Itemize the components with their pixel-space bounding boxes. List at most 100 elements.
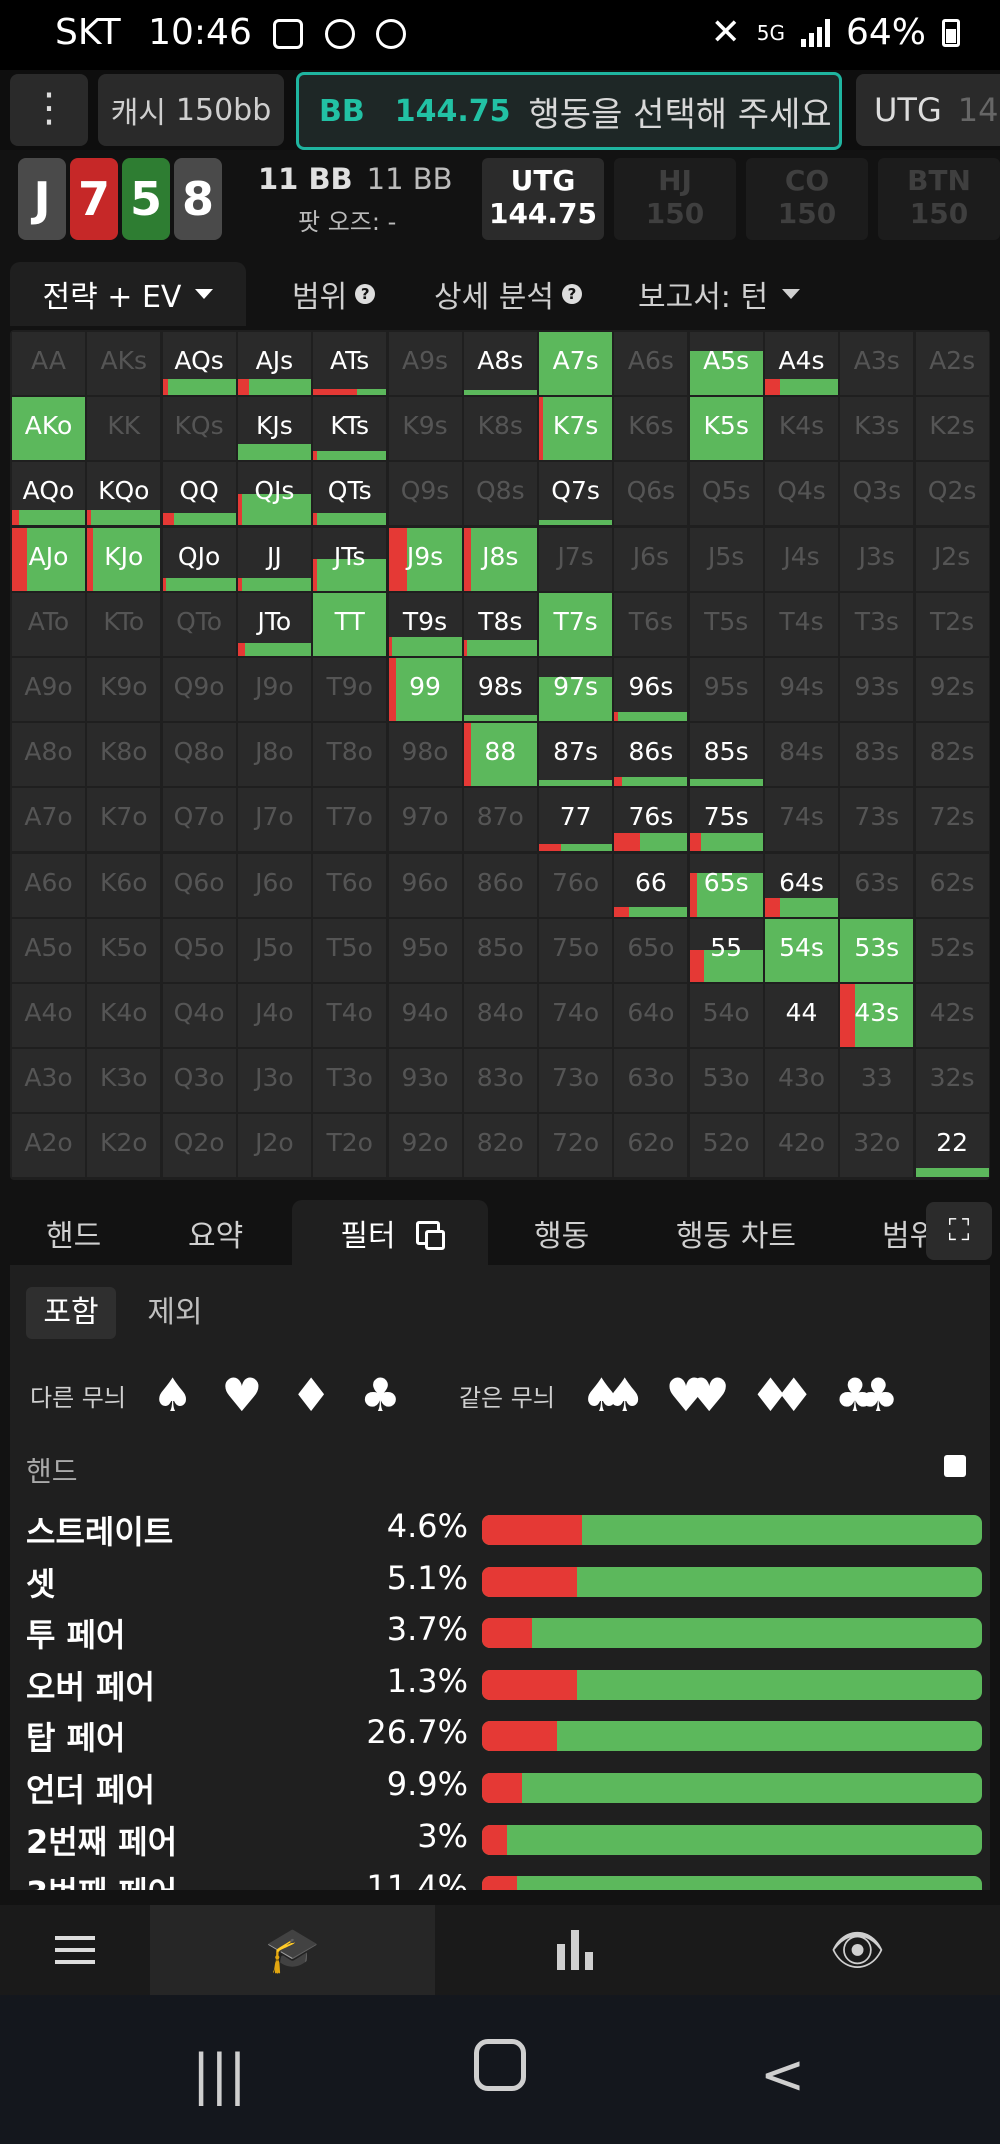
stats-button[interactable] bbox=[435, 1905, 715, 1995]
hand-cell[interactable]: J8o bbox=[237, 723, 311, 787]
study-button[interactable]: 🎓 bbox=[150, 1905, 435, 1995]
hand-cell[interactable]: 76o bbox=[539, 853, 613, 917]
hand-cell[interactable]: 82o bbox=[463, 1114, 537, 1178]
tab-strategy-ev[interactable]: 전략 + EV bbox=[10, 262, 246, 326]
hand-cell[interactable]: A3o bbox=[12, 1049, 85, 1113]
hand-cell[interactable]: AQo bbox=[12, 462, 85, 526]
hand-cell[interactable]: A7o bbox=[12, 788, 85, 852]
hand-cell[interactable]: AJs bbox=[237, 332, 311, 395]
hand-cell[interactable]: 73s bbox=[840, 788, 914, 852]
hand-cell[interactable]: 96s bbox=[614, 658, 688, 721]
hand-cell[interactable]: 55 bbox=[689, 918, 763, 982]
position-utg[interactable]: UTG 144.75 bbox=[482, 158, 604, 240]
hand-cell[interactable]: 66 bbox=[614, 853, 688, 917]
hand-cell[interactable]: Q9o bbox=[162, 658, 236, 721]
hand-cell[interactable]: QJo bbox=[162, 527, 236, 591]
hand-cell[interactable]: T7o bbox=[313, 788, 387, 852]
hand-cell[interactable]: JJ bbox=[237, 527, 311, 591]
more-menu-button[interactable]: ⋮ bbox=[10, 74, 88, 146]
hand-cell[interactable]: 64s bbox=[765, 853, 838, 917]
hand-cell[interactable]: J4s bbox=[765, 527, 838, 591]
hand-cell[interactable]: QTo bbox=[162, 592, 236, 656]
board-card-4[interactable]: 8 bbox=[174, 158, 222, 240]
hand-cell[interactable]: K2s bbox=[915, 397, 989, 461]
hand-cell[interactable]: A9o bbox=[12, 658, 85, 721]
hand-cell[interactable]: A3s bbox=[840, 332, 914, 395]
hand-cell[interactable]: T8o bbox=[313, 723, 387, 787]
hand-cell[interactable]: J7s bbox=[539, 527, 613, 591]
hand-cell[interactable]: 88 bbox=[463, 723, 537, 787]
hand-cell[interactable]: 53s bbox=[840, 918, 914, 982]
hand-category-row[interactable]: 오버 페어 1.3% bbox=[26, 1658, 986, 1710]
hand-cell[interactable]: J6s bbox=[614, 527, 688, 591]
hand-cell[interactable]: AJo bbox=[12, 527, 85, 591]
hand-cell[interactable]: 85s bbox=[689, 723, 763, 787]
hand-cell[interactable]: T8s bbox=[463, 592, 537, 656]
hand-cell[interactable]: 62o bbox=[614, 1114, 688, 1178]
hand-cell[interactable]: K8s bbox=[463, 397, 537, 461]
hand-cell[interactable]: T3o bbox=[313, 1049, 387, 1113]
hand-cell[interactable]: QTs bbox=[313, 462, 387, 526]
hand-cell[interactable]: T4s bbox=[765, 592, 838, 656]
tab-filter[interactable]: 필터 bbox=[292, 1200, 488, 1265]
hand-cell[interactable]: 63o bbox=[614, 1049, 688, 1113]
hand-cell[interactable]: T7s bbox=[539, 592, 613, 656]
hand-cell[interactable]: 86o bbox=[463, 853, 537, 917]
hand-cell[interactable]: Q6s bbox=[614, 462, 688, 526]
home-icon[interactable] bbox=[474, 2039, 526, 2091]
hand-cell[interactable]: 43s bbox=[840, 984, 914, 1047]
hand-cell[interactable]: 92s bbox=[915, 658, 989, 721]
hand-cell[interactable]: T5s bbox=[689, 592, 763, 656]
hand-cell[interactable]: J9o bbox=[237, 658, 311, 721]
hand-category-row[interactable]: 3번째 페어 11.4% bbox=[26, 1864, 986, 1890]
hand-cell[interactable]: 93o bbox=[388, 1049, 462, 1113]
hand-cell[interactable]: J5s bbox=[689, 527, 763, 591]
hand-cell[interactable]: 33 bbox=[840, 1049, 914, 1113]
tab-range[interactable]: 범위? bbox=[292, 262, 376, 326]
hand-cell[interactable]: AKs bbox=[87, 332, 161, 395]
hand-cell[interactable]: 74o bbox=[539, 984, 613, 1047]
help-icon[interactable]: ? bbox=[561, 284, 582, 304]
hand-cell[interactable]: J3s bbox=[840, 527, 914, 591]
hand-cell[interactable]: KK bbox=[87, 397, 161, 461]
hand-cell[interactable]: Q7s bbox=[539, 462, 613, 526]
hand-cell[interactable]: A7s bbox=[539, 332, 613, 395]
hand-cell[interactable]: 92o bbox=[388, 1114, 462, 1178]
hand-cell[interactable]: 65o bbox=[614, 918, 688, 982]
hand-cell[interactable]: 76s bbox=[614, 788, 688, 852]
hand-cell[interactable]: 42o bbox=[765, 1114, 838, 1178]
hand-cell[interactable]: K3s bbox=[840, 397, 914, 461]
hand-cell[interactable]: KQo bbox=[87, 462, 161, 526]
hand-cell[interactable]: J2s bbox=[915, 527, 989, 591]
hand-category-row[interactable]: 언더 페어 9.9% bbox=[26, 1761, 986, 1813]
hand-cell[interactable]: A8s bbox=[463, 332, 537, 395]
hand-cell[interactable]: KTo bbox=[87, 592, 161, 656]
menu-button[interactable] bbox=[0, 1905, 150, 1995]
hand-cell[interactable]: 94o bbox=[388, 984, 462, 1047]
hand-cell[interactable]: A6s bbox=[614, 332, 688, 395]
tab-hand[interactable]: 핸드 bbox=[46, 1200, 101, 1265]
hand-cell[interactable]: Q5s bbox=[689, 462, 763, 526]
hand-cell[interactable]: 98o bbox=[388, 723, 462, 787]
hand-cell[interactable]: A4o bbox=[12, 984, 85, 1047]
tab-summary[interactable]: 요약 bbox=[188, 1200, 243, 1265]
hand-cell[interactable]: 86s bbox=[614, 723, 688, 787]
hand-cell[interactable]: J7o bbox=[237, 788, 311, 852]
hand-cell[interactable]: Q4s bbox=[765, 462, 838, 526]
hand-cell[interactable]: ATo bbox=[12, 592, 85, 656]
hand-cell[interactable]: 32o bbox=[840, 1114, 914, 1178]
hand-cell[interactable]: Q7o bbox=[162, 788, 236, 852]
hand-cell[interactable]: 87s bbox=[539, 723, 613, 787]
current-action-box[interactable]: BB 144.75 행동을 선택해 주세요 bbox=[296, 72, 842, 150]
hand-cell[interactable]: K9o bbox=[87, 658, 161, 721]
view-button[interactable]: 👁 bbox=[715, 1905, 1000, 1995]
club-icon[interactable]: ♣ bbox=[360, 1368, 401, 1422]
hand-cell[interactable]: 99 bbox=[388, 658, 462, 721]
hand-cell[interactable]: 72o bbox=[539, 1114, 613, 1178]
hand-cell[interactable]: KQs bbox=[162, 397, 236, 461]
hand-cell[interactable]: Q2o bbox=[162, 1114, 236, 1178]
hand-cell[interactable]: Q3s bbox=[840, 462, 914, 526]
hand-cell[interactable]: ATs bbox=[313, 332, 387, 395]
hand-cell[interactable]: J5o bbox=[237, 918, 311, 982]
hand-cell[interactable]: 52o bbox=[689, 1114, 763, 1178]
